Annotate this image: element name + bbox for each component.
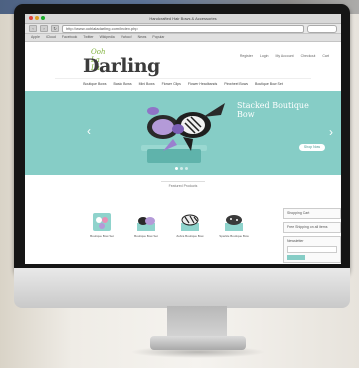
category-link[interactable]: Pinwheel Bows xyxy=(224,79,248,89)
product-label: Zebra Boutique Bow xyxy=(176,234,204,238)
shipping-text: Free Shipping on all items xyxy=(287,225,328,229)
category-link[interactable]: Basic Bows xyxy=(114,79,132,89)
sparkle-bow-icon xyxy=(225,215,243,231)
top-link[interactable]: My Account xyxy=(275,54,293,58)
shopping-cart-widget: Shopping Cart xyxy=(283,208,341,219)
category-nav: Boutique Bows Basic Bows Mini Bows Flowe… xyxy=(55,78,311,89)
bookmark-item[interactable]: Twitter xyxy=(83,34,93,41)
top-link[interactable]: Checkout xyxy=(301,54,316,58)
product-card[interactable]: Boutique Bow Set xyxy=(131,211,161,238)
sidebar: Shopping Cart Free Shipping on all items… xyxy=(283,208,341,266)
window-controls xyxy=(29,16,45,20)
shipping-widget: Free Shipping on all items xyxy=(283,222,341,233)
product-card[interactable]: Sparkle Boutique Bow xyxy=(219,211,249,238)
browser-titlebar: Handcrafted Hair Bows & Accessories xyxy=(25,14,341,24)
logo-wordmark: Darling xyxy=(83,55,160,77)
hero-title: Stacked Boutique Bow xyxy=(237,101,309,119)
product-label: Boutique Bow Set xyxy=(134,234,158,238)
newsletter-widget: Newsletter xyxy=(283,236,341,263)
stacked-bow-icon xyxy=(137,217,155,231)
newsletter-title: Newsletter xyxy=(287,239,304,243)
newsletter-email-input[interactable] xyxy=(287,246,337,253)
top-link[interactable]: Register xyxy=(240,54,253,58)
shop-now-button[interactable]: Shop Now xyxy=(299,144,325,151)
monitor-stand-neck xyxy=(167,306,227,340)
close-window-icon[interactable] xyxy=(29,16,33,20)
forward-arrow-icon[interactable]: › xyxy=(40,25,48,32)
category-link[interactable]: Flower Clips xyxy=(162,79,181,89)
slider-dot[interactable] xyxy=(185,167,188,170)
site-header: Ooh La La Darling Register Login My Acco… xyxy=(25,42,341,78)
cart-title: Shopping Cart xyxy=(287,211,310,215)
hero-slider: ‹ Stacked Boutique Bow Shop Now › xyxy=(25,91,341,175)
bookmark-item[interactable]: Yahoo! xyxy=(121,34,132,41)
bow-set-icon xyxy=(93,213,111,231)
slider-dots xyxy=(175,167,188,170)
category-link[interactable]: Flower Headbands xyxy=(188,79,217,89)
bookmark-item[interactable]: News xyxy=(138,34,147,41)
back-arrow-icon[interactable]: ‹ xyxy=(29,25,37,32)
monitor-chin xyxy=(14,268,350,308)
bookmark-item[interactable]: Wikipedia xyxy=(100,34,115,41)
category-link[interactable]: Mini Bows xyxy=(139,79,155,89)
category-link[interactable]: Boutique Bow Set xyxy=(255,79,283,89)
slider-dot[interactable] xyxy=(180,167,183,170)
browser-toolbar: ‹ › ↻ http://www.oohlaladarling.com/inde… xyxy=(25,24,341,34)
product-label: Boutique Bow Set xyxy=(90,234,114,238)
bookmark-item[interactable]: Facebook xyxy=(62,34,77,41)
featured-products-heading: Featured Products xyxy=(161,181,205,190)
zoom-window-icon[interactable] xyxy=(41,16,45,20)
slider-prev-icon[interactable]: ‹ xyxy=(87,125,91,137)
bookmark-item[interactable]: iCloud xyxy=(46,34,56,41)
product-label: Sparkle Boutique Bow xyxy=(219,234,249,238)
featured-products-row: Boutique Bow Set Boutique Bow Set Zebra … xyxy=(87,211,249,238)
product-card[interactable]: Zebra Boutique Bow xyxy=(175,211,205,238)
bookmark-item[interactable]: Popular xyxy=(152,34,164,41)
account-links: Register Login My Account Checkout Cart xyxy=(240,54,329,58)
top-link[interactable]: Cart xyxy=(322,54,329,58)
stacked-bow-image xyxy=(147,103,225,151)
minimize-window-icon[interactable] xyxy=(35,16,39,20)
bookmark-item[interactable]: Apple xyxy=(31,34,40,41)
category-link[interactable]: Boutique Bows xyxy=(83,79,106,89)
product-card[interactable]: Boutique Bow Set xyxy=(87,211,117,238)
address-bar[interactable]: http://www.oohlaladarling.com/index.php xyxy=(62,24,304,33)
slider-dot[interactable] xyxy=(175,167,178,170)
bookmarks-bar: Apple iCloud Facebook Twitter Wikipedia … xyxy=(25,34,341,42)
window-title: Handcrafted Hair Bows & Accessories xyxy=(149,16,217,21)
zebra-bow-icon xyxy=(181,214,199,231)
newsletter-submit-button[interactable] xyxy=(287,255,305,260)
reload-icon[interactable]: ↻ xyxy=(51,25,59,32)
slider-next-icon[interactable]: › xyxy=(329,125,333,139)
browser-search-input[interactable] xyxy=(307,24,337,33)
monitor-stand-base xyxy=(150,336,246,350)
top-link[interactable]: Login xyxy=(260,54,269,58)
